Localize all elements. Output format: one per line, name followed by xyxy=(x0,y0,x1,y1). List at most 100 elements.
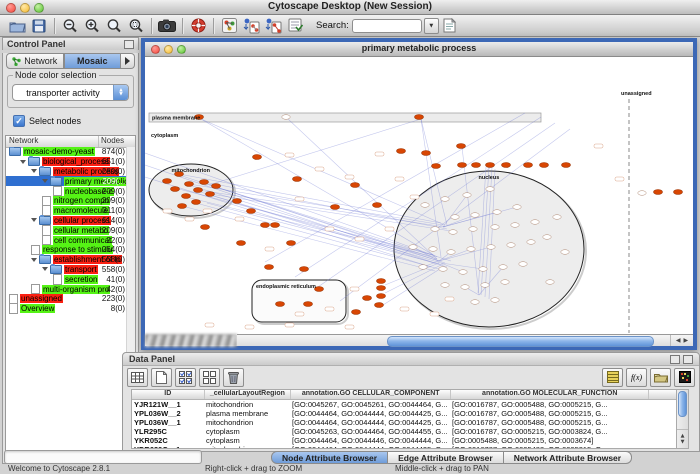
unselected-node xyxy=(451,215,459,220)
trash-icon[interactable] xyxy=(223,368,244,387)
disclosure-triangle-icon[interactable] xyxy=(31,218,37,222)
more-tabs-button[interactable] xyxy=(121,53,135,69)
table-column-header[interactable]: ID xyxy=(132,390,205,399)
tree-row[interactable]: cellular process614(0) xyxy=(6,216,127,226)
tree-row[interactable]: mosaic-demo-yeast874(0) xyxy=(6,147,127,157)
save-icon[interactable] xyxy=(28,16,50,35)
vizmapper-icon[interactable] xyxy=(218,16,240,35)
table-row[interactable]: YPL036W__2plasma membrane[GO:0044464, GO… xyxy=(132,409,678,418)
tree-row[interactable]: biological_process651(0) xyxy=(6,157,127,167)
tree-row[interactable]: cellular metabo209(0) xyxy=(6,225,127,235)
zoom-fit-icon[interactable] xyxy=(103,16,125,35)
layout-nodes-icon[interactable] xyxy=(240,16,262,35)
layout-edges-icon[interactable] xyxy=(262,16,284,35)
table-cell: YJR121W__1 xyxy=(132,400,204,409)
network-horizontal-scrollbar[interactable]: ◀▶ xyxy=(237,334,693,346)
tree-row-label: unassigned xyxy=(20,294,63,303)
grid-icon[interactable] xyxy=(127,368,148,387)
attribute-doc-icon[interactable] xyxy=(439,16,461,35)
filter-icon[interactable] xyxy=(284,16,306,35)
control-panel: Control Panel Network Mosaic Node color … xyxy=(2,37,139,461)
unselected-node xyxy=(543,235,551,240)
open-folder-icon[interactable] xyxy=(650,368,671,387)
search-input[interactable] xyxy=(352,19,422,33)
unselected-node xyxy=(282,115,290,120)
table-row[interactable]: YLR295Ccytoplasm[GO:0045263, GO:0044464,… xyxy=(132,427,678,436)
select-all-icon[interactable] xyxy=(175,368,196,387)
disclosure-triangle-icon[interactable] xyxy=(31,258,37,262)
zoom-out-icon[interactable] xyxy=(59,16,81,35)
tab-network[interactable]: Network xyxy=(6,53,64,69)
tree-row-label: macromolecule xyxy=(53,206,109,215)
open-icon[interactable] xyxy=(6,16,28,35)
help-ring-icon[interactable] xyxy=(187,16,209,35)
disclosure-triangle-icon[interactable] xyxy=(31,169,37,173)
file-icon xyxy=(42,235,51,246)
snapshot-icon[interactable] xyxy=(156,16,178,35)
zoom-selected-icon[interactable] xyxy=(125,16,147,35)
selected-node xyxy=(524,163,533,168)
node-label-chip xyxy=(430,312,439,316)
formula-icon[interactable]: f(x) xyxy=(626,368,647,387)
tree-row[interactable]: transport558(0) xyxy=(6,265,127,275)
node-label-chip xyxy=(235,217,244,221)
unselected-node xyxy=(493,210,501,215)
matrix-icon[interactable] xyxy=(674,368,695,387)
tab-edge-attribute-browser[interactable]: Edge Attribute Browser xyxy=(388,451,504,464)
tree-row[interactable]: multi-organism pro42(0) xyxy=(6,284,127,294)
network-canvas[interactable]: plasma membranecytoplasmmitochondrionnuc… xyxy=(145,57,693,334)
tree-row[interactable]: nucleobase-c209(0) xyxy=(6,186,127,196)
tree-row[interactable]: nitrogen compo209(0) xyxy=(6,196,127,206)
tree-row[interactable]: metabolic process280(0) xyxy=(6,167,127,177)
tab-node-attribute-browser[interactable]: Node Attribute Browser xyxy=(271,451,388,464)
disclosure-triangle-icon[interactable] xyxy=(42,267,48,271)
unselect-all-icon[interactable] xyxy=(199,368,220,387)
selected-node xyxy=(415,115,424,120)
birdseye-widget[interactable] xyxy=(145,334,237,347)
unselected-node xyxy=(546,280,554,285)
search-options-icon[interactable]: ▼ xyxy=(424,18,439,34)
disclosure-triangle-icon[interactable] xyxy=(20,160,26,164)
data-panel-float-icon[interactable] xyxy=(670,355,680,364)
tab-mosaic[interactable]: Mosaic xyxy=(64,53,122,69)
float-panel-icon[interactable] xyxy=(124,40,134,49)
edge xyxy=(201,119,445,225)
table-column-header[interactable]: _cellularLayoutRegion xyxy=(205,390,292,399)
tree-col-nodes[interactable]: Nodes xyxy=(99,136,135,147)
tree-row[interactable]: macromolecule311(0) xyxy=(6,206,127,216)
tree-col-network[interactable]: Network xyxy=(6,136,99,147)
tree-row[interactable]: establishment of lo558(0) xyxy=(6,255,127,265)
node-label-chip xyxy=(205,323,214,327)
vscroll-arrows[interactable]: ▲▼ xyxy=(677,429,688,448)
unselected-node xyxy=(431,227,439,232)
tab-network-attribute-browser[interactable]: Network Attribute Browser xyxy=(504,451,632,464)
vscroll-thumb[interactable] xyxy=(678,391,687,417)
tree-row[interactable]: secretion41(0) xyxy=(6,274,127,284)
table-column-header[interactable] xyxy=(649,390,678,399)
select-nodes-checkbox[interactable]: ✓ xyxy=(13,115,25,127)
selected-node xyxy=(540,163,549,168)
table-row[interactable]: YPL036W__1mitochondrion[GO:0044464, GO:0… xyxy=(132,418,678,427)
node-label-chip xyxy=(285,323,294,327)
hscroll-arrows[interactable]: ◀▶ xyxy=(670,335,693,346)
folder-icon xyxy=(39,255,51,264)
disclosure-triangle-icon[interactable] xyxy=(42,179,48,183)
attribute-table-icon[interactable] xyxy=(602,368,623,387)
data-panel-close-icon[interactable] xyxy=(683,355,693,364)
table-row[interactable]: YJR121W__1mitochondrion[GO:0045267, GO:0… xyxy=(132,400,678,409)
tree-row[interactable]: Overview8(0) xyxy=(6,304,127,314)
tree-row[interactable]: primary metabolic209(... xyxy=(6,176,127,186)
table-row[interactable]: YKR052Ccytoplasm[GO:0044464, GO:0044446,… xyxy=(132,436,678,445)
tree-row[interactable]: response to stimulu264(0) xyxy=(6,245,127,255)
table-column-header[interactable]: annotation.GO CELLULAR_COMPONENT xyxy=(291,390,451,399)
zoom-in-icon[interactable] xyxy=(81,16,103,35)
new-doc-icon[interactable] xyxy=(151,368,172,387)
color-attribute-dropdown[interactable]: transporter activity ▲▼ xyxy=(12,84,129,101)
table-vertical-scrollbar[interactable]: ▲▼ xyxy=(676,389,689,449)
tree-row[interactable]: cell communicat22(0) xyxy=(6,235,127,245)
network-window-titlebar[interactable]: primary metabolic process xyxy=(145,42,693,57)
tree-row[interactable]: unassigned223(0) xyxy=(6,294,127,304)
hscroll-thumb[interactable] xyxy=(387,336,654,347)
tree-row-label: mosaic-demo-yeast xyxy=(23,147,95,156)
table-column-header[interactable]: annotation.GO MOLECULAR_FUNCTION xyxy=(451,390,649,399)
